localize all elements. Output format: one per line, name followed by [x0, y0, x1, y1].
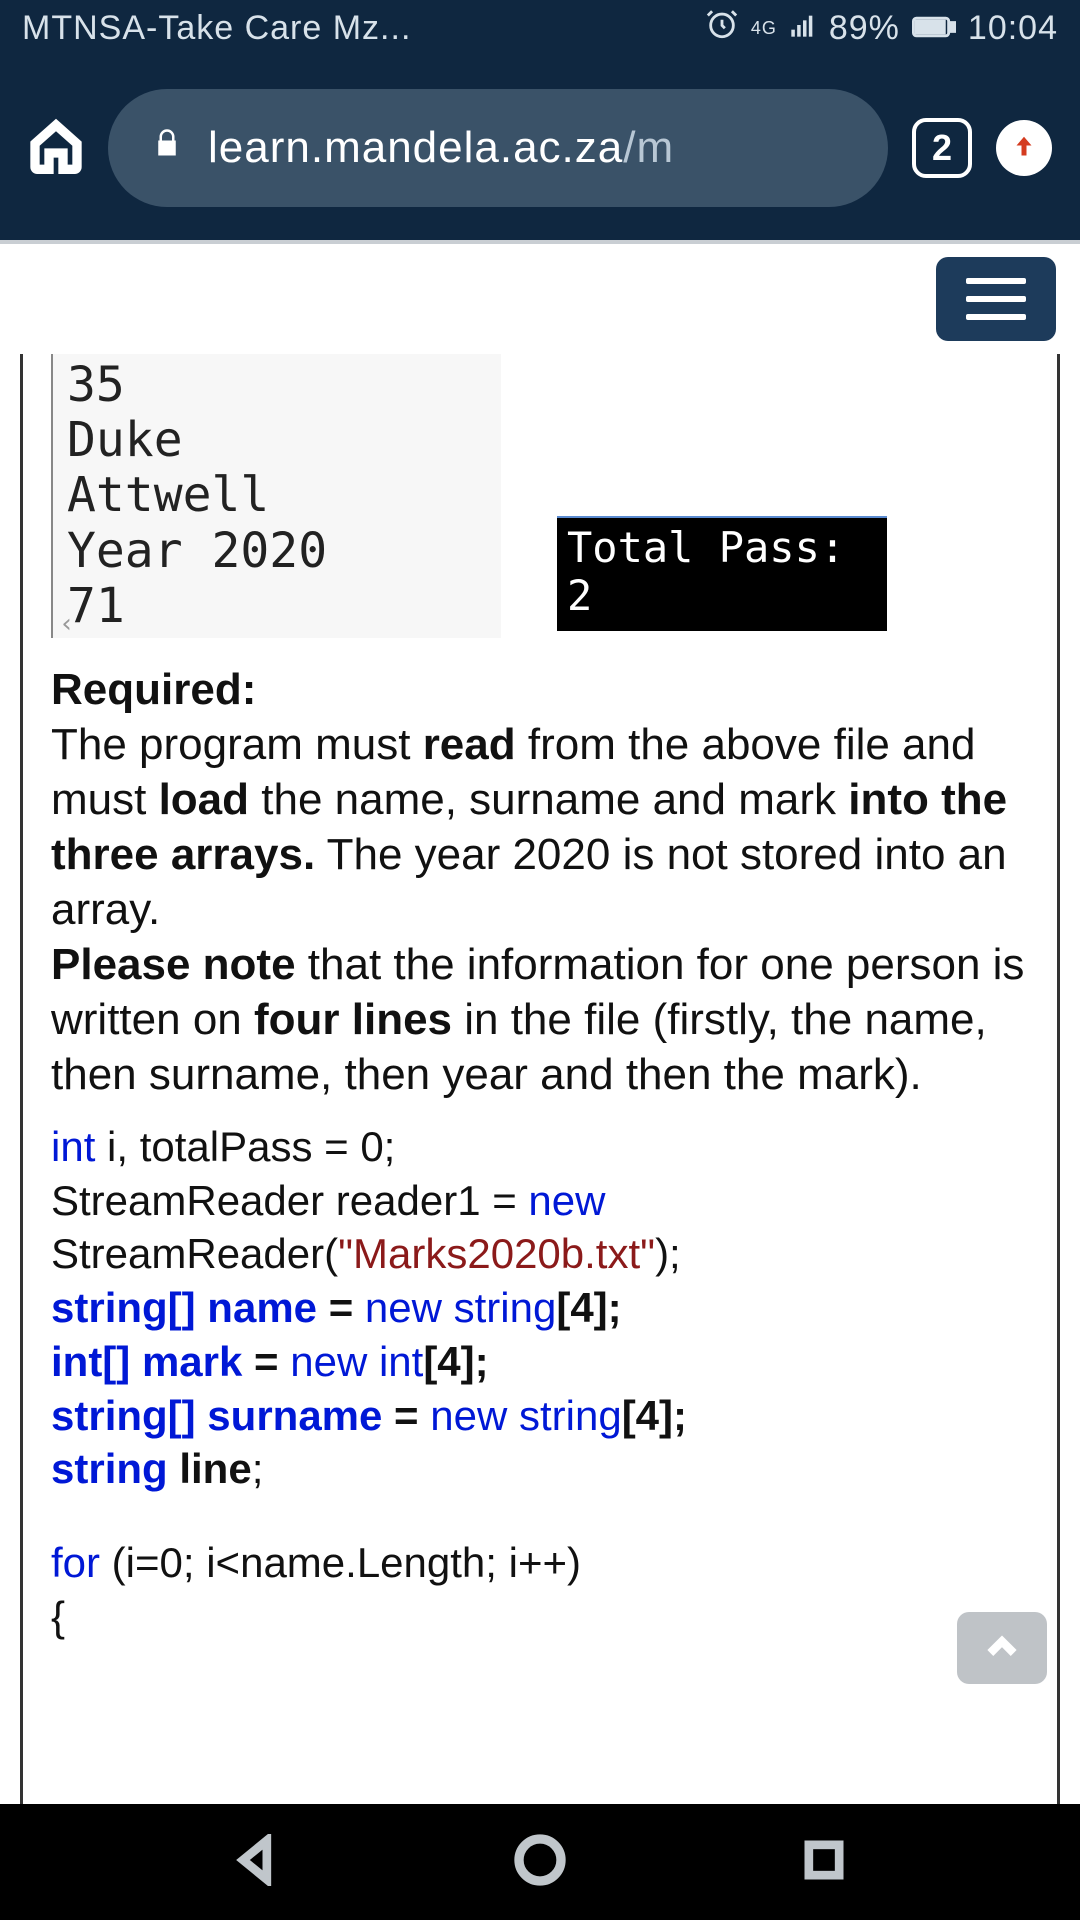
android-status-bar: MTNSA-Take Care Mz... 4G 89% 10:04 [0, 0, 1080, 56]
question-body: 35 Duke Attwell Year 2020 71 ‹ Total Pas… [20, 354, 1060, 1804]
hamburger-menu-button[interactable] [936, 257, 1056, 341]
site-header [0, 244, 1080, 354]
clock-text: 10:04 [968, 9, 1058, 48]
file-line: Year 2020 [67, 524, 491, 579]
nav-back-button[interactable] [230, 1834, 282, 1891]
file-line: 35 [67, 358, 491, 413]
requirement-text: Required: The program must read from the… [51, 662, 1029, 1102]
signal-icon [789, 9, 817, 48]
required-heading: Required: [51, 665, 256, 714]
upload-button[interactable] [996, 120, 1052, 176]
code-snippet: int i, totalPass = 0; StreamReader reade… [51, 1120, 1029, 1644]
android-nav-bar [0, 1804, 1080, 1920]
lock-icon [152, 123, 182, 173]
home-button[interactable] [28, 118, 84, 179]
file-line: Duke [67, 413, 491, 468]
chevron-left-icon: ‹ [59, 610, 75, 640]
console-line: Total Pass: [567, 524, 875, 572]
content-viewport: 35 Duke Attwell Year 2020 71 ‹ Total Pas… [0, 354, 1080, 1804]
scroll-to-top-button[interactable] [957, 1612, 1047, 1684]
url-text: learn.mandela.ac.za/m [208, 123, 674, 173]
console-output-box: Total Pass: 2 [557, 516, 887, 631]
network-type: 4G [751, 19, 777, 37]
address-bar[interactable]: learn.mandela.ac.za/m [108, 89, 888, 207]
browser-toolbar: learn.mandela.ac.za/m 2 [0, 56, 1080, 240]
alarm-icon [705, 7, 739, 50]
console-line: 2 [567, 572, 875, 620]
nav-recents-button[interactable] [798, 1834, 850, 1891]
nav-home-button[interactable] [512, 1832, 568, 1893]
file-preview-box: 35 Duke Attwell Year 2020 71 ‹ [51, 354, 501, 638]
battery-percent: 89% [829, 9, 900, 48]
battery-icon [912, 9, 956, 48]
file-line: 71 [67, 579, 491, 634]
carrier-text: MTNSA-Take Care Mz... [22, 9, 705, 48]
status-right-cluster: 4G 89% 10:04 [705, 7, 1058, 50]
file-line: Attwell [67, 468, 491, 523]
tab-count-button[interactable]: 2 [912, 118, 972, 178]
